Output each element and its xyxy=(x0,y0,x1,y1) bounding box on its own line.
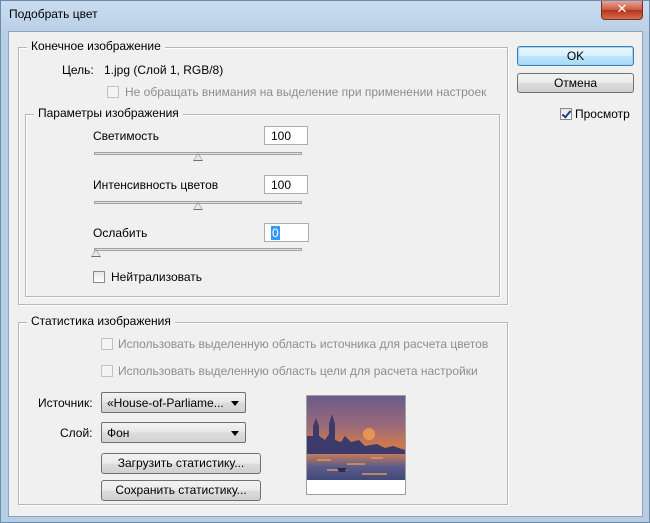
layer-select[interactable]: Фон xyxy=(101,422,246,443)
ignore-selection-checkbox[interactable] xyxy=(107,86,119,98)
source-preview-thumbnail xyxy=(306,395,406,495)
use-source-selection-label: Использовать выделенную область источник… xyxy=(118,337,489,351)
luminance-input[interactable]: 100 xyxy=(264,126,308,145)
image-options-legend: Параметры изображения xyxy=(34,106,183,120)
image-statistics-legend: Статистика изображения xyxy=(27,314,175,328)
window-title: Подобрать цвет xyxy=(9,7,98,21)
luminance-slider[interactable] xyxy=(94,149,302,163)
source-label: Источник: xyxy=(38,396,93,410)
match-color-dialog: Подобрать цвет ✕ Конечное изображение Це… xyxy=(0,0,650,523)
color-intensity-label: Интенсивность цветов xyxy=(93,178,219,192)
neutralize-label: Нейтрализовать xyxy=(111,270,203,284)
layer-select-value: Фон xyxy=(107,426,130,440)
fade-input[interactable]: 0 xyxy=(264,223,309,242)
luminance-value: 100 xyxy=(271,129,292,143)
color-intensity-slider[interactable] xyxy=(94,198,302,212)
fade-value: 0 xyxy=(271,226,280,240)
use-target-selection-label: Использовать выделенную область цели для… xyxy=(118,364,478,378)
luminance-slider-thumb[interactable] xyxy=(193,153,203,161)
color-intensity-value: 100 xyxy=(271,178,292,192)
color-intensity-slider-thumb[interactable] xyxy=(193,202,203,210)
close-icon: ✕ xyxy=(616,2,628,17)
title-bar[interactable]: Подобрать цвет ✕ xyxy=(1,1,649,31)
fade-slider-thumb[interactable] xyxy=(91,249,101,257)
target-label: Цель: xyxy=(62,63,94,77)
source-select[interactable]: «House-of-Parliame... xyxy=(101,392,246,413)
chevron-down-icon xyxy=(231,401,239,406)
ok-button[interactable]: OK xyxy=(517,46,634,66)
ignore-selection-label: Не обращать внимания на выделение при пр… xyxy=(125,85,487,99)
target-image-group: Конечное изображение Цель: 1.jpg (Слой 1… xyxy=(18,39,508,305)
use-source-selection-checkbox[interactable] xyxy=(101,338,113,350)
use-target-selection-checkbox[interactable] xyxy=(101,365,113,377)
target-value: 1.jpg (Слой 1, RGB/8) xyxy=(104,63,224,77)
source-select-value: «House-of-Parliame... xyxy=(107,396,224,410)
save-statistics-button[interactable]: Сохранить статистику... xyxy=(101,480,261,501)
color-intensity-input[interactable]: 100 xyxy=(264,175,308,194)
luminance-label: Светимость xyxy=(93,129,160,143)
preview-label: Просмотр xyxy=(575,107,630,121)
image-statistics-group: Статистика изображения Использовать выде… xyxy=(18,314,508,505)
dialog-body: Конечное изображение Цель: 1.jpg (Слой 1… xyxy=(8,31,643,517)
fade-slider[interactable] xyxy=(91,245,302,259)
image-options-group: Параметры изображения Светимость 100 Инт… xyxy=(25,106,500,297)
target-image-legend: Конечное изображение xyxy=(27,39,165,53)
layer-label: Слой: xyxy=(60,426,93,440)
close-button[interactable]: ✕ xyxy=(601,1,643,20)
fade-slider-track xyxy=(94,248,302,251)
neutralize-checkbox[interactable] xyxy=(93,271,105,283)
cancel-button[interactable]: Отмена xyxy=(517,73,634,93)
load-statistics-button[interactable]: Загрузить статистику... xyxy=(101,453,261,474)
chevron-down-icon xyxy=(231,431,239,436)
preview-image xyxy=(307,396,405,494)
preview-checkbox[interactable] xyxy=(560,108,572,120)
fade-label: Ослабить xyxy=(93,226,148,240)
